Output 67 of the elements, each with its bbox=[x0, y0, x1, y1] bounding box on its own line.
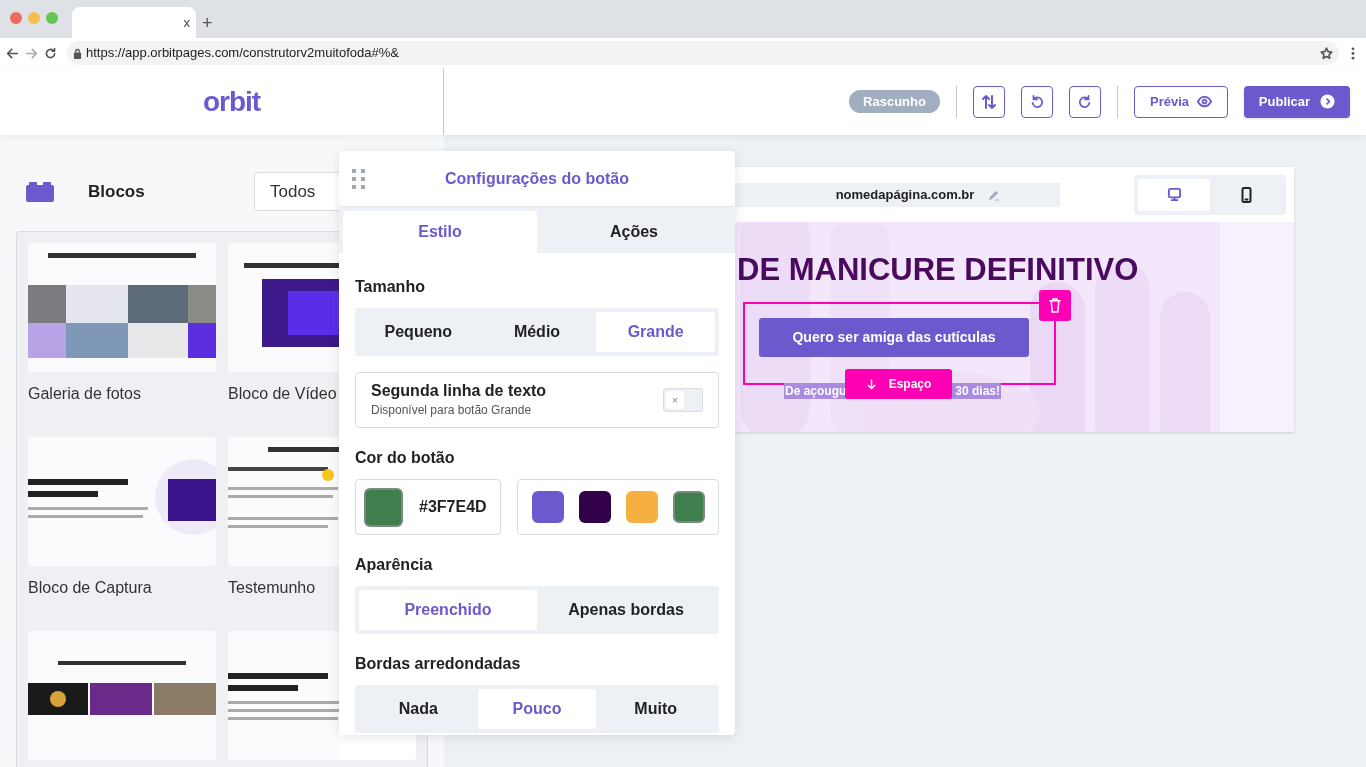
star-icon[interactable] bbox=[1320, 46, 1333, 60]
new-tab-button[interactable]: + bbox=[202, 14, 213, 32]
subtitle-text: De açougu bbox=[785, 385, 847, 397]
blocks-title: Blocos bbox=[88, 180, 145, 203]
panel-tab[interactable]: Estilo bbox=[343, 211, 537, 253]
color-value-field[interactable]: #3F7E4D bbox=[355, 479, 501, 535]
option-subtitle: Disponível para botão Grande bbox=[371, 402, 533, 419]
color-swatch[interactable] bbox=[531, 491, 564, 523]
eye-icon bbox=[1197, 94, 1212, 109]
segment-option[interactable]: Nada bbox=[359, 689, 478, 729]
menu-icon[interactable] bbox=[1351, 46, 1355, 60]
preview-button[interactable]: Prévia bbox=[1134, 85, 1228, 118]
lock-icon bbox=[73, 47, 82, 59]
tab-close-button[interactable]: x bbox=[183, 12, 190, 33]
block-label: Galeria de fotos bbox=[28, 385, 141, 402]
segment-option[interactable]: Muito bbox=[596, 689, 715, 729]
section-label: Cor do botão bbox=[355, 449, 455, 466]
page-url-text: nomedapágina.com.br bbox=[835, 185, 975, 204]
segment-option[interactable]: Preenchido bbox=[359, 590, 537, 630]
swap-button[interactable] bbox=[973, 85, 1005, 118]
segment-option[interactable]: Médio bbox=[477, 312, 597, 352]
reload-icon[interactable] bbox=[44, 46, 57, 60]
color-swatch[interactable] bbox=[672, 491, 705, 523]
segment-option[interactable]: Pequeno bbox=[359, 312, 478, 352]
spacing-button[interactable]: Espaço bbox=[845, 369, 952, 399]
headline: DE MANICURE DEFINITIVO bbox=[737, 254, 1139, 285]
redo-icon bbox=[1078, 94, 1092, 109]
section-label: Tamanho bbox=[355, 278, 425, 295]
trash-icon bbox=[1048, 298, 1062, 313]
segment-option[interactable]: Grande bbox=[596, 312, 715, 352]
brick-icon bbox=[26, 181, 54, 202]
toggle-switch[interactable]: × bbox=[663, 388, 703, 412]
toggle-knob: × bbox=[666, 391, 684, 409]
back-icon[interactable] bbox=[6, 46, 19, 60]
subtitle-text: 30 dias! bbox=[955, 385, 1000, 397]
arrow-down-icon bbox=[865, 378, 877, 390]
orbit-logo[interactable]: orbit bbox=[202, 80, 261, 123]
url-text: https://app.orbitpages.com/construtorv2muitofoda#%& bbox=[86, 44, 399, 63]
address-bar[interactable]: https://app.orbitpages.com/construtorv2muitofoda#%& bbox=[67, 41, 1339, 65]
section-label: Aparência bbox=[355, 556, 433, 573]
block-label: Testemunho bbox=[228, 579, 316, 596]
segment-option[interactable]: Pouco bbox=[477, 689, 597, 729]
browser-tab[interactable]: x bbox=[72, 7, 196, 38]
section-label: Bordas arredondadas bbox=[355, 655, 521, 672]
swap-arrows-icon bbox=[981, 93, 997, 110]
pencil-icon bbox=[988, 188, 1001, 201]
color-swatch[interactable] bbox=[625, 491, 658, 523]
undo-button[interactable] bbox=[1021, 85, 1053, 118]
color-swatch[interactable] bbox=[578, 491, 611, 523]
block-label: Bloco de Vídeo bbox=[228, 385, 337, 402]
cta-button[interactable]: Quero ser amiga das cutículas bbox=[759, 318, 1029, 357]
arrow-circle-icon bbox=[1320, 94, 1336, 109]
monitor-icon bbox=[1166, 187, 1182, 202]
panel-tab[interactable]: Ações bbox=[537, 211, 731, 253]
redo-button[interactable] bbox=[1069, 85, 1101, 118]
block-label: Bloco de Captura bbox=[28, 579, 152, 596]
color-swatch bbox=[364, 487, 403, 527]
undo-icon bbox=[1030, 94, 1044, 109]
phone-icon bbox=[1239, 186, 1253, 203]
option-title: Segunda linha de texto bbox=[371, 381, 547, 401]
panel-title: Configurações do botão bbox=[445, 168, 629, 189]
delete-button[interactable] bbox=[1039, 290, 1071, 321]
segment-option[interactable]: Apenas bordas bbox=[537, 590, 715, 630]
drag-handle-icon[interactable] bbox=[352, 168, 365, 189]
publish-button[interactable]: Publicar bbox=[1244, 85, 1350, 118]
color-hex-text: #3F7E4D bbox=[419, 497, 487, 517]
status-badge: Rascunho bbox=[849, 90, 940, 113]
